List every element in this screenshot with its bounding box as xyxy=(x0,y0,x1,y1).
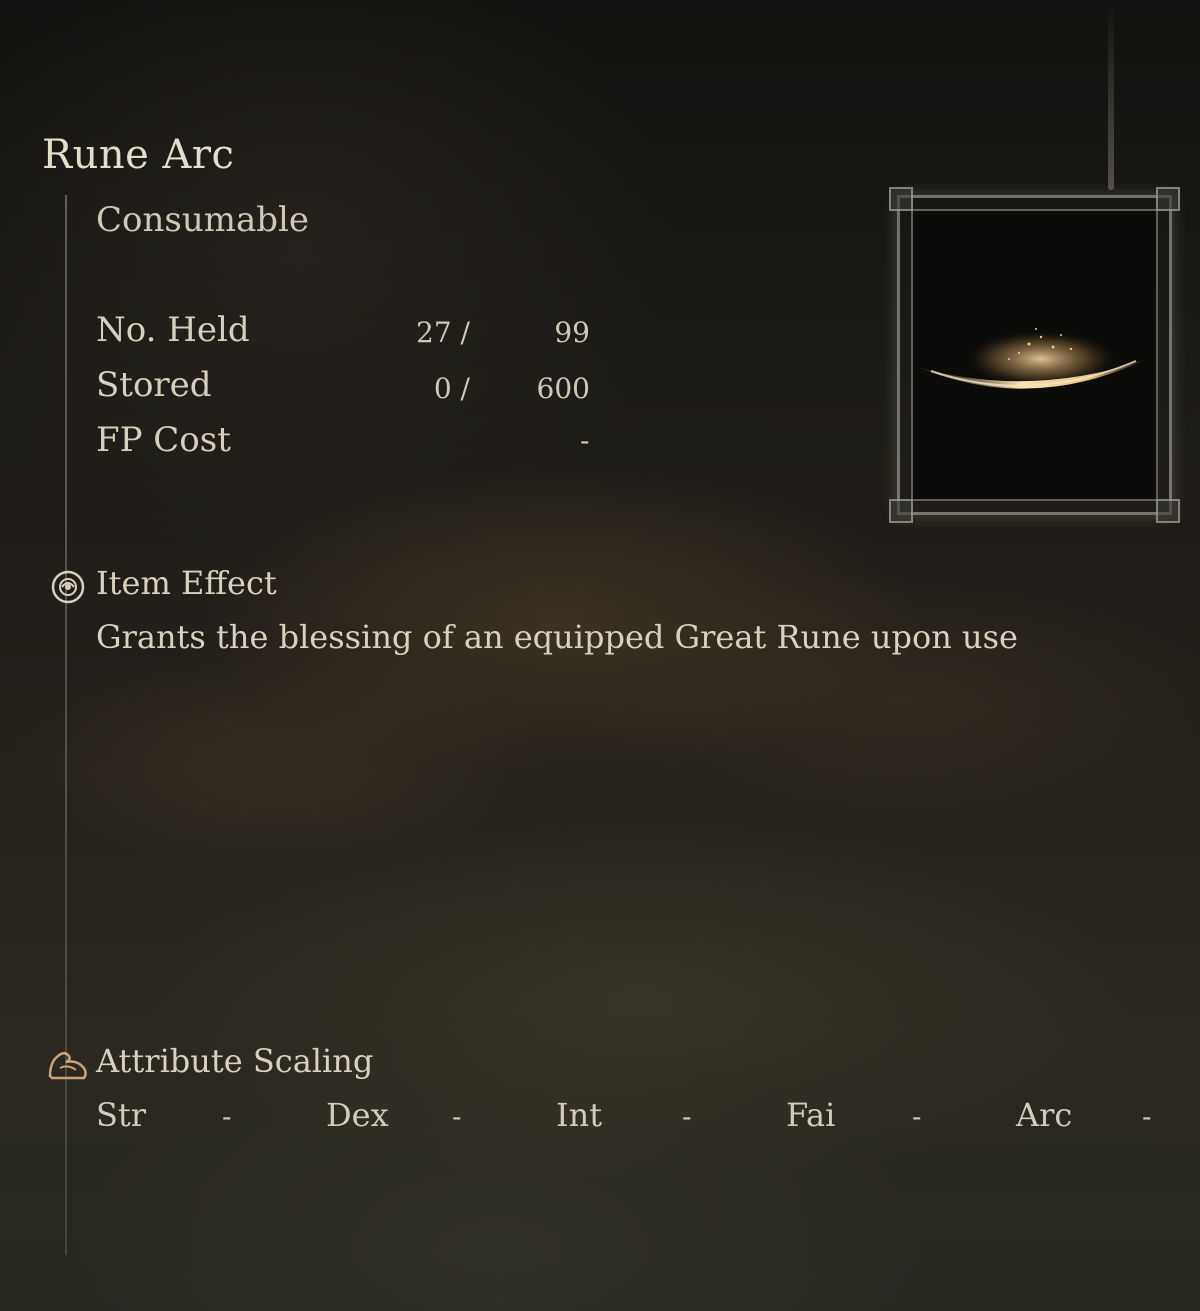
item-effect-text: Grants the blessing of an equipped Great… xyxy=(96,618,1018,656)
frame-hanging-line xyxy=(1108,0,1114,190)
frame-corner xyxy=(889,187,913,211)
attribute-scaling-heading: Attribute Scaling xyxy=(96,1042,374,1080)
frame-corner xyxy=(1156,187,1180,211)
stat-stored-max: 600 xyxy=(536,372,590,405)
attr-fai-value: - xyxy=(912,1100,922,1133)
item-effect-icon xyxy=(51,570,85,604)
attr-int-value: - xyxy=(682,1100,692,1133)
attr-dex-label: Dex xyxy=(326,1096,389,1134)
rune-arc-image xyxy=(917,328,1147,389)
frame-corner xyxy=(1156,499,1180,523)
stat-held-max: 99 xyxy=(554,316,590,349)
stat-label-fp-cost: FP Cost xyxy=(96,420,231,460)
stat-label-stored: Stored xyxy=(96,365,212,405)
frame-corner xyxy=(889,499,913,523)
attr-int-label: Int xyxy=(556,1096,603,1134)
item-category: Consumable xyxy=(96,200,309,240)
attr-str-value: - xyxy=(222,1100,232,1133)
item-effect-heading: Item Effect xyxy=(96,564,277,602)
attr-dex-value: - xyxy=(452,1100,462,1133)
attr-arc-label: Arc xyxy=(1016,1096,1073,1134)
item-image-frame xyxy=(889,187,1180,523)
stat-fp-cost-value: - xyxy=(580,424,590,457)
stat-held-current: 27 / xyxy=(416,316,470,349)
attr-fai-label: Fai xyxy=(786,1096,836,1134)
item-name: Rune Arc xyxy=(42,132,235,178)
stat-label-held: No. Held xyxy=(96,310,250,350)
stat-stored-current: 0 / xyxy=(433,372,470,405)
attr-str-label: Str xyxy=(96,1096,147,1134)
attr-arc-value: - xyxy=(1142,1100,1152,1133)
attribute-scaling-arm-icon xyxy=(48,1052,87,1080)
left-divider-line xyxy=(65,195,67,1255)
